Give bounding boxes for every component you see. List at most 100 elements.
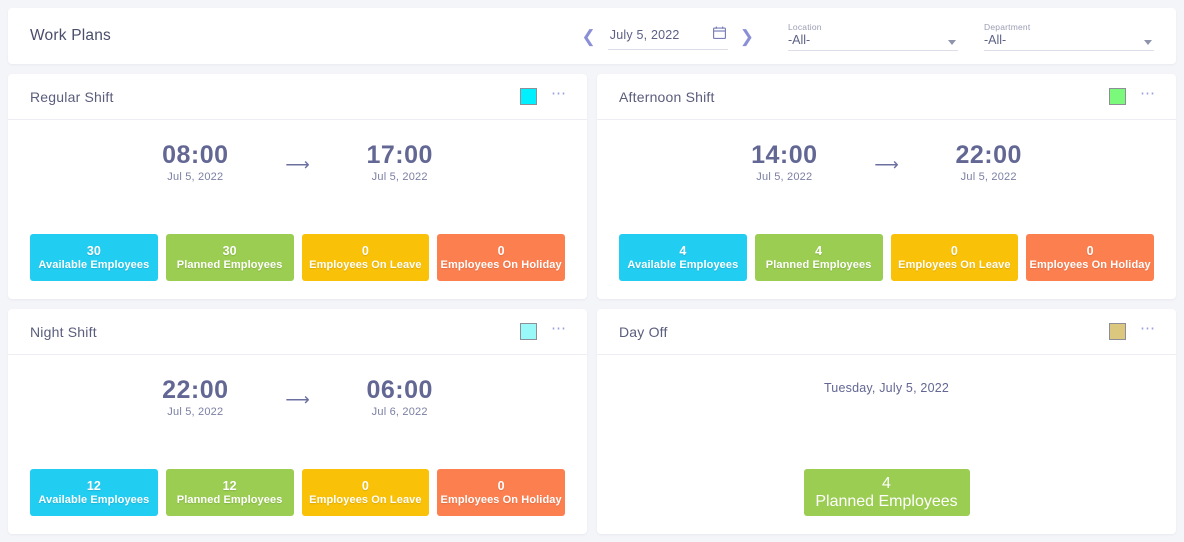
date-value: July 5, 2022: [609, 28, 680, 42]
stat-caption: Available Employees: [38, 493, 150, 506]
prev-day-button[interactable]: ❮: [574, 24, 604, 49]
ellipsis-icon[interactable]: ⋯: [1138, 321, 1158, 339]
stat-value: 30: [86, 244, 101, 259]
start-date: Jul 5, 2022: [167, 171, 224, 184]
stat-caption: Available Employees: [627, 258, 739, 271]
stat-caption: Employees On Leave: [898, 258, 1011, 271]
stat-tile-on-leave[interactable]: 0 Employees On Leave: [301, 469, 430, 516]
shift-end: 17:00 Jul 5, 2022: [354, 141, 446, 184]
stat-caption: Employees On Holiday: [440, 258, 562, 271]
location-label: Location: [788, 21, 822, 32]
end-time: 06:00: [366, 376, 433, 404]
shift-end: 22:00 Jul 5, 2022: [943, 141, 1035, 184]
start-time: 08:00: [162, 141, 229, 169]
arrow-right-icon: ⟶: [285, 390, 310, 409]
stat-tile-on-holiday[interactable]: 0 Employees On Holiday: [1026, 234, 1154, 281]
ellipsis-icon[interactable]: ⋯: [549, 86, 569, 104]
shift-start: 08:00 Jul 5, 2022: [149, 141, 241, 184]
shift-card-regular: Regular Shift ⋯ 08:00 Jul 5, 2022 ⟶ 17:0…: [8, 74, 587, 299]
stat-value: 4: [882, 474, 891, 492]
stat-tile-available[interactable]: 4 Available Employees: [619, 234, 747, 281]
shift-end: 06:00 Jul 6, 2022: [354, 376, 446, 419]
ellipsis-icon[interactable]: ⋯: [1138, 86, 1158, 104]
stat-tile-on-leave[interactable]: 0 Employees On Leave: [301, 234, 430, 281]
stat-value: 4: [679, 244, 687, 259]
page-header: Work Plans ❮ July 5, 2022 ❯ Location -Al…: [8, 8, 1176, 64]
end-date: Jul 5, 2022: [371, 171, 428, 184]
card-title: Regular Shift: [30, 88, 114, 105]
stat-tile-planned[interactable]: 4 Planned Employees: [754, 234, 883, 281]
date-field[interactable]: July 5, 2022: [607, 22, 728, 50]
stat-value: 0: [361, 479, 369, 494]
end-date: Jul 5, 2022: [960, 171, 1017, 184]
stat-value: 30: [222, 244, 237, 259]
color-swatch[interactable]: [520, 323, 537, 340]
page-title: Work Plans: [30, 27, 111, 44]
stat-tile-planned[interactable]: 30 Planned Employees: [165, 234, 294, 281]
stat-value: 0: [497, 479, 505, 494]
stat-tile-on-holiday[interactable]: 0 Employees On Holiday: [437, 469, 565, 516]
card-body: Tuesday, July 5, 2022 4 Planned Employee…: [597, 355, 1176, 534]
stat-tile-on-leave[interactable]: 0 Employees On Leave: [890, 234, 1019, 281]
color-swatch[interactable]: [1109, 323, 1126, 340]
department-label: Department: [984, 21, 1031, 32]
stat-value: 4: [815, 244, 823, 259]
stat-tile-planned[interactable]: 4 Planned Employees: [803, 469, 970, 516]
color-swatch[interactable]: [1109, 88, 1126, 105]
stat-value: 12: [222, 479, 237, 494]
day-off-date: Tuesday, July 5, 2022: [823, 381, 950, 395]
shift-card-day-off: Day Off ⋯ Tuesday, July 5, 2022 4 Planne…: [597, 309, 1176, 534]
stat-tile-available[interactable]: 30 Available Employees: [30, 234, 158, 281]
end-time: 17:00: [366, 141, 433, 169]
card-title: Day Off: [619, 323, 668, 340]
arrow-right-icon: ⟶: [285, 155, 310, 174]
stat-tiles: 4 Available Employees 4 Planned Employee…: [619, 234, 1154, 281]
stat-tile-planned[interactable]: 12 Planned Employees: [165, 469, 294, 516]
end-time: 22:00: [955, 141, 1022, 169]
chevron-down-icon[interactable]: [1144, 39, 1152, 45]
department-select[interactable]: Department -All-: [984, 22, 1154, 51]
stat-caption: Employees On Holiday: [440, 493, 562, 506]
card-header-actions: ⋯: [520, 86, 569, 105]
start-time: 14:00: [751, 141, 818, 169]
stat-value: 12: [86, 479, 101, 494]
shift-start: 22:00 Jul 5, 2022: [149, 376, 241, 419]
start-date: Jul 5, 2022: [756, 171, 813, 184]
stat-caption: Employees On Holiday: [1029, 258, 1151, 271]
color-swatch[interactable]: [520, 88, 537, 105]
card-header-actions: ⋯: [1109, 86, 1158, 105]
work-plans-page: Work Plans ❮ July 5, 2022 ❯ Location -Al…: [0, 0, 1184, 542]
card-header: Day Off ⋯: [597, 309, 1176, 355]
stat-tiles: 30 Available Employees 30 Planned Employ…: [30, 234, 565, 281]
stat-caption: Planned Employees: [176, 493, 283, 506]
chevron-down-icon[interactable]: [948, 39, 956, 45]
ellipsis-icon[interactable]: ⋯: [549, 321, 569, 339]
end-date: Jul 6, 2022: [371, 406, 428, 419]
stat-caption: Planned Employees: [176, 258, 283, 271]
next-day-button[interactable]: ❯: [732, 24, 762, 49]
stat-caption: Employees On Leave: [309, 493, 422, 506]
location-select[interactable]: Location -All-: [788, 22, 958, 51]
start-time: 22:00: [162, 376, 229, 404]
card-body: 14:00 Jul 5, 2022 ⟶ 22:00 Jul 5, 2022 4 …: [597, 120, 1176, 299]
card-header: Night Shift ⋯: [8, 309, 587, 355]
card-title: Night Shift: [30, 323, 97, 340]
card-header-actions: ⋯: [1109, 321, 1158, 340]
stat-value: 0: [497, 244, 505, 259]
shift-card-afternoon: Afternoon Shift ⋯ 14:00 Jul 5, 2022 ⟶ 22…: [597, 74, 1176, 299]
shift-start: 14:00 Jul 5, 2022: [738, 141, 830, 184]
start-date: Jul 5, 2022: [167, 406, 224, 419]
department-value: -All-: [984, 32, 1007, 47]
stat-value: 0: [950, 244, 958, 259]
shift-time-range: 22:00 Jul 5, 2022 ⟶ 06:00 Jul 6, 2022: [30, 371, 565, 419]
stat-caption: Available Employees: [38, 258, 150, 271]
stat-tile-on-holiday[interactable]: 0 Employees On Holiday: [437, 234, 565, 281]
shift-card-grid: Regular Shift ⋯ 08:00 Jul 5, 2022 ⟶ 17:0…: [8, 74, 1176, 534]
calendar-icon[interactable]: [712, 26, 726, 44]
stat-tile-available[interactable]: 12 Available Employees: [30, 469, 158, 516]
header-controls: ❮ July 5, 2022 ❯ Location -All- Departme…: [574, 22, 1154, 51]
stat-value: 0: [361, 244, 369, 259]
card-body: 22:00 Jul 5, 2022 ⟶ 06:00 Jul 6, 2022 12…: [8, 355, 587, 534]
stat-value: 0: [1086, 244, 1094, 259]
shift-time-range: 14:00 Jul 5, 2022 ⟶ 22:00 Jul 5, 2022: [619, 136, 1154, 184]
